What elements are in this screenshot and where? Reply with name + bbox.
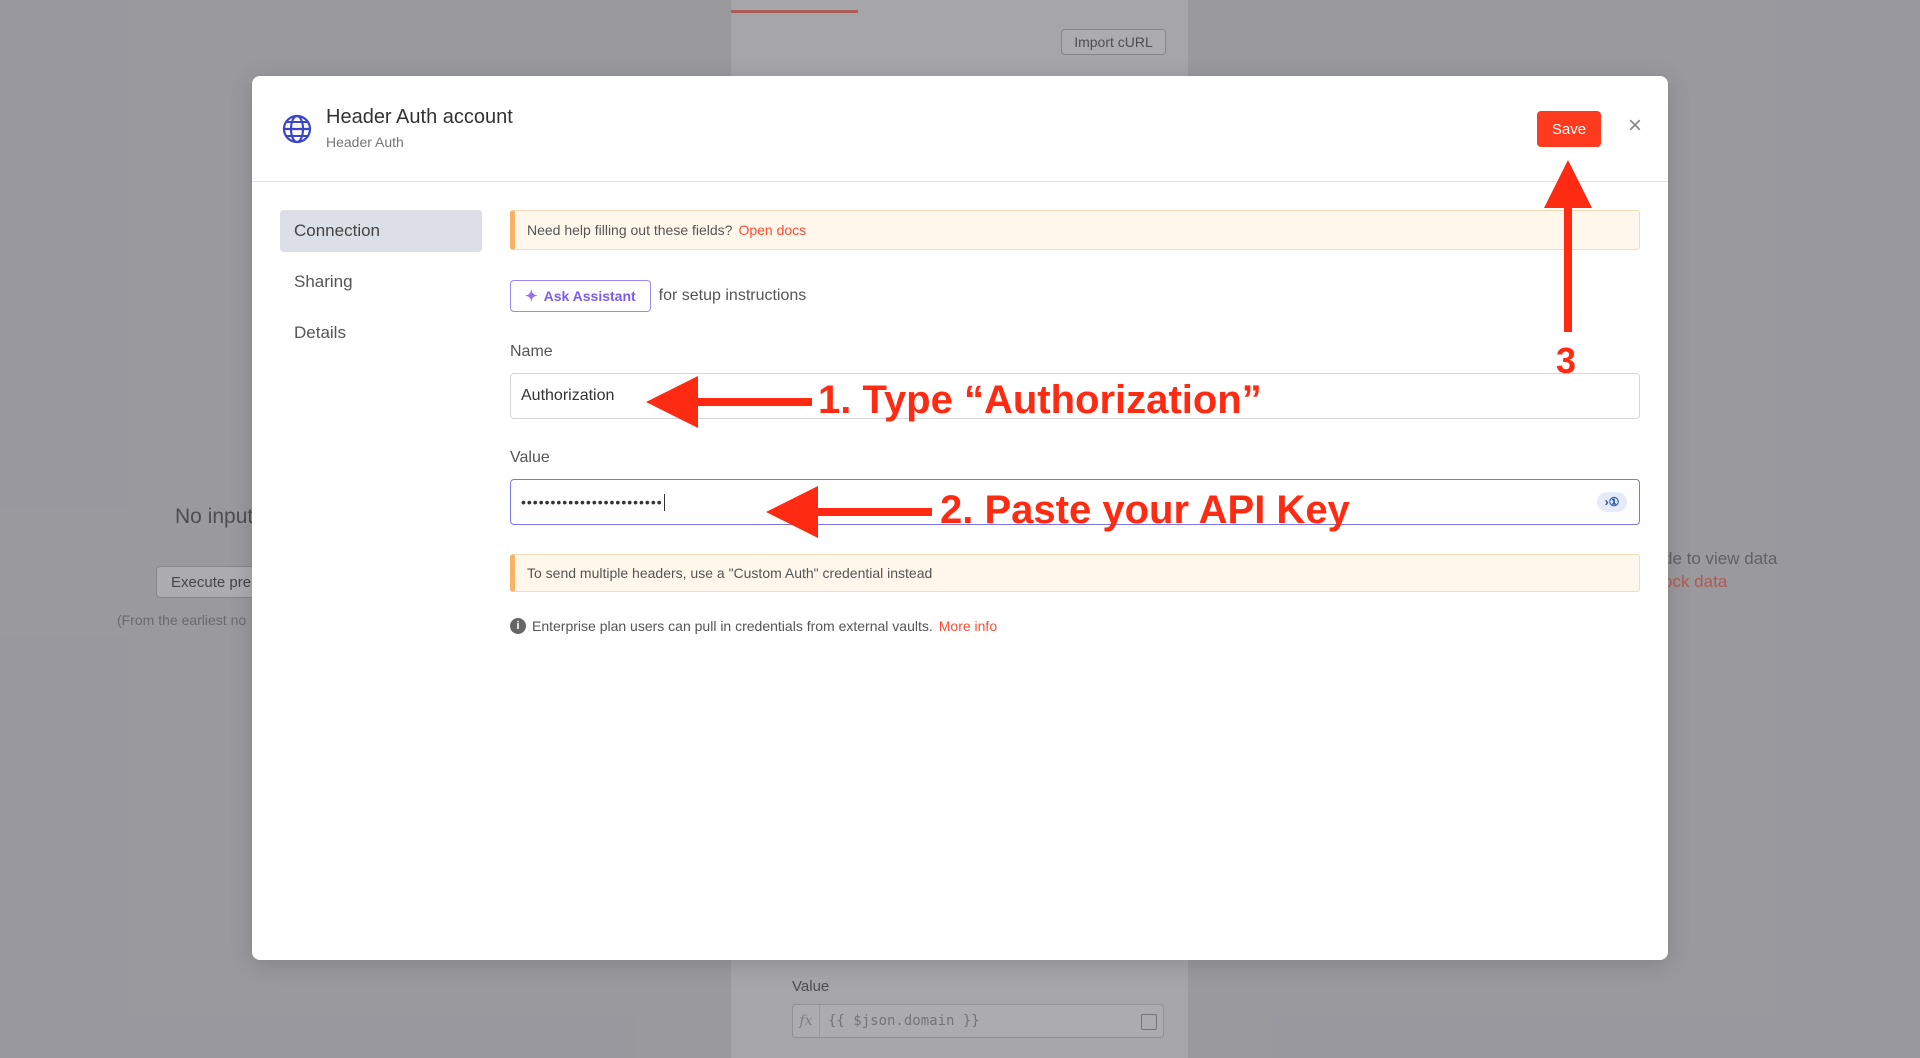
assistant-row: ✦ Ask Assistant for setup instructions <box>510 279 1640 313</box>
modal-subtitle: Header Auth <box>326 134 404 150</box>
annotation-step1: 1. Type “Authorization” <box>818 378 1262 422</box>
sparkle-icon: ✦ <box>525 288 538 305</box>
text-cursor <box>663 494 670 511</box>
name-label: Name <box>510 343 553 360</box>
value-masked: •••••••••••••••••••••••• <box>521 494 663 510</box>
nav-item-sharing[interactable]: Sharing <box>280 261 482 303</box>
info-icon: i <box>510 618 526 634</box>
globe-icon <box>282 114 312 144</box>
help-text: Need help filling out these fields? <box>527 222 733 238</box>
password-manager-icon[interactable]: ›① <box>1597 492 1627 512</box>
enterprise-info: i Enterprise plan users can pull in cred… <box>510 618 1640 634</box>
assistant-suffix: for setup instructions <box>658 287 807 304</box>
multi-header-notice: To send multiple headers, use a "Custom … <box>510 554 1640 592</box>
value-label: Value <box>510 449 550 466</box>
modal-title: Header Auth account <box>326 106 513 128</box>
annotation-step2: 2. Paste your API Key <box>940 488 1350 532</box>
name-value: Authorization <box>521 387 615 404</box>
enterprise-text: Enterprise plan users can pull in creden… <box>532 618 933 634</box>
nav-item-connection[interactable]: Connection <box>280 210 482 252</box>
ask-assistant-button[interactable]: ✦ Ask Assistant <box>510 280 651 312</box>
more-info-link[interactable]: More info <box>939 618 997 634</box>
open-docs-link[interactable]: Open docs <box>738 222 806 238</box>
credential-side-nav: Connection Sharing Details <box>280 210 482 363</box>
annotation-step3: 3 <box>1556 340 1577 381</box>
close-icon[interactable]: × <box>1622 113 1648 139</box>
nav-item-details[interactable]: Details <box>280 312 482 354</box>
help-notice: Need help filling out these fields? Open … <box>510 210 1640 250</box>
modal-header: Header Auth account Header Auth Save × <box>252 76 1668 182</box>
save-button[interactable]: Save <box>1537 111 1601 147</box>
ask-assistant-label: Ask Assistant <box>543 288 636 304</box>
